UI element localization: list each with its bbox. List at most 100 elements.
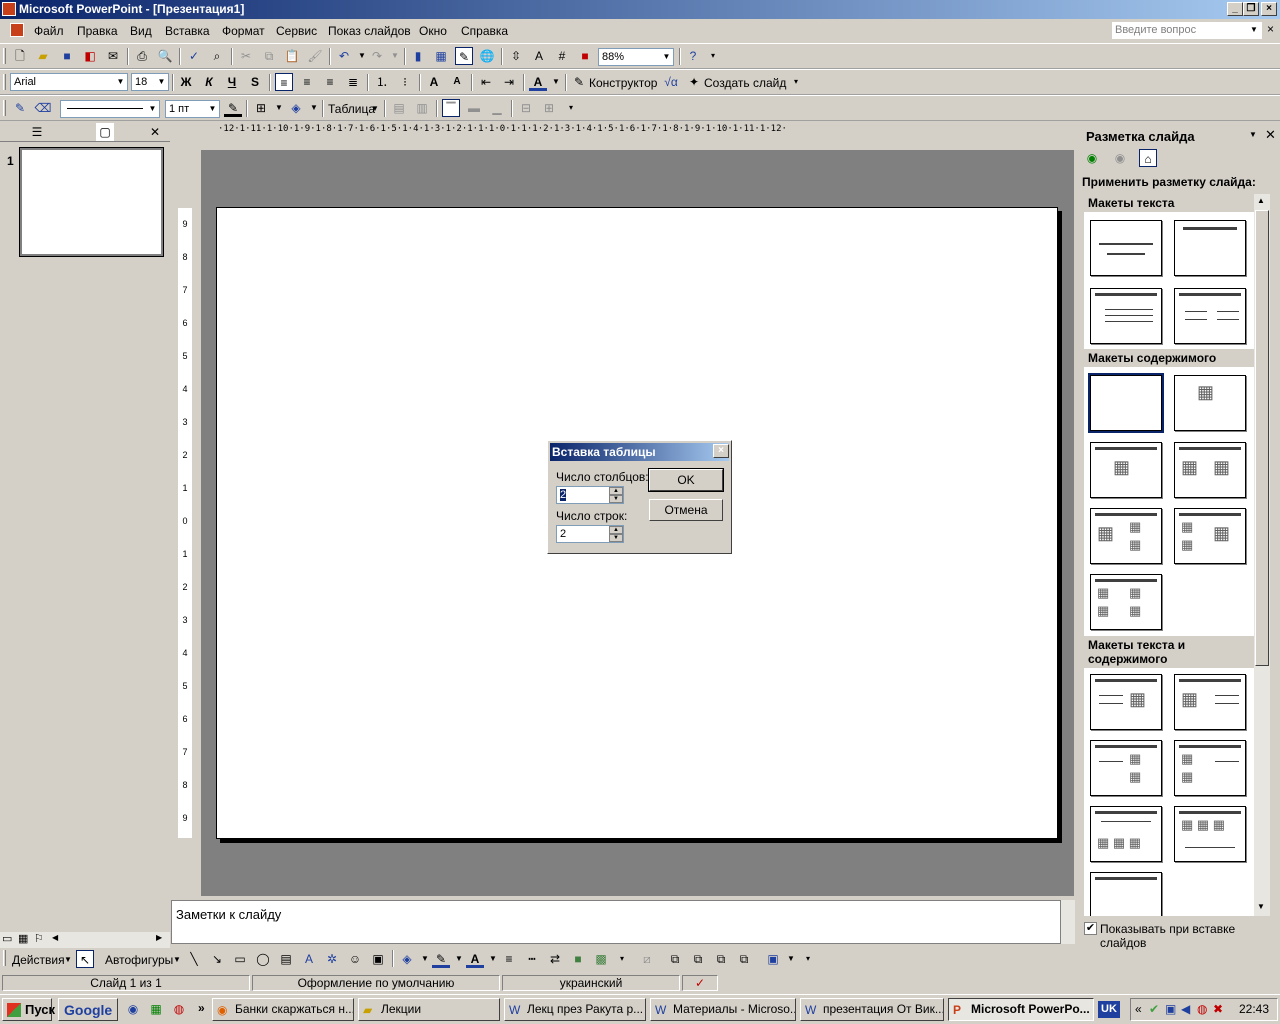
- border-color-icon[interactable]: ✎: [224, 99, 242, 117]
- layout-title-four-content[interactable]: ▦ ▦ ▦ ▦: [1090, 574, 1162, 630]
- show-grid-icon[interactable]: #: [553, 47, 571, 65]
- border-width-combo[interactable]: 1 пт ▼: [165, 100, 220, 118]
- tray-icon-5[interactable]: ✖: [1213, 1002, 1223, 1016]
- google-toolbar-button[interactable]: Google: [58, 998, 118, 1021]
- actions-menu[interactable]: Действия: [12, 953, 65, 967]
- layout-title-two-content[interactable]: ▦ ▦: [1174, 442, 1246, 498]
- picture-toolbar-icon[interactable]: ⧄: [638, 950, 656, 968]
- merge-cells-icon[interactable]: ▤: [390, 99, 408, 117]
- slides-tab-icon[interactable]: ▢: [96, 123, 114, 141]
- excel-quicklaunch-icon[interactable]: ▦: [147, 1000, 165, 1018]
- ok-button[interactable]: OK: [648, 468, 724, 492]
- layout-title-content-two-content[interactable]: ▦ ▦ ▦: [1090, 508, 1162, 564]
- font-combo[interactable]: Arial ▼: [10, 73, 128, 91]
- tray-icon-2[interactable]: ▣: [1165, 1002, 1176, 1016]
- shadow-icon[interactable]: S: [246, 73, 264, 91]
- clipart-icon[interactable]: ☺: [346, 950, 364, 968]
- document-icon[interactable]: [10, 23, 24, 37]
- menu-view[interactable]: Вид: [130, 24, 152, 38]
- chevron-down-icon[interactable]: ▼: [146, 101, 159, 117]
- start-button[interactable]: Пуск: [2, 998, 55, 1021]
- slide-thumbnail[interactable]: [19, 147, 164, 257]
- distribute-columns-icon[interactable]: ⊞: [540, 99, 558, 117]
- bullets-icon[interactable]: ⁝: [396, 73, 414, 91]
- normal-view-icon[interactable]: ▭: [2, 932, 12, 945]
- chevron-down-icon[interactable]: ▼: [64, 955, 72, 964]
- scroll-right-icon[interactable]: ▶: [156, 933, 162, 942]
- slide-design-icon[interactable]: √α: [662, 73, 680, 91]
- layout-text-content-6[interactable]: ▦ ▦ ▦: [1174, 806, 1246, 862]
- slide-sorter-icon[interactable]: ▦: [18, 932, 28, 945]
- toolbar-options-icon[interactable]: ▾: [799, 950, 817, 968]
- menu-slideshow[interactable]: Показ слайдов: [328, 24, 411, 38]
- open-icon[interactable]: ▰: [34, 47, 52, 65]
- chevron-down-icon[interactable]: ▼: [305, 99, 323, 117]
- research-icon[interactable]: ⌕: [208, 47, 226, 65]
- menu-tools[interactable]: Сервис: [276, 24, 317, 38]
- toolbar-options-icon[interactable]: ▾: [562, 99, 580, 117]
- show-on-insert-checkbox[interactable]: ✔: [1084, 922, 1097, 935]
- spin-up-icon[interactable]: ▲: [609, 487, 623, 495]
- close-icon[interactable]: ✕: [1265, 127, 1276, 143]
- cut-icon[interactable]: ✂: [237, 47, 255, 65]
- arrow-icon[interactable]: ↘: [208, 950, 226, 968]
- spin-down-icon[interactable]: ▼: [609, 495, 623, 503]
- spelling-icon[interactable]: ✓: [185, 47, 203, 65]
- minimize-button[interactable]: _: [1227, 2, 1243, 16]
- fill-color-icon[interactable]: ◈: [287, 99, 305, 117]
- help-search-input[interactable]: Введите вопрос: [1112, 22, 1262, 39]
- format-painter-icon[interactable]: 🖌: [306, 47, 324, 65]
- close-icon[interactable]: ✕: [146, 123, 164, 141]
- chevron-down-icon[interactable]: ▼: [114, 74, 127, 90]
- slide-color-icon[interactable]: ▣: [764, 950, 782, 968]
- close-document-icon[interactable]: ×: [1267, 22, 1274, 36]
- layout-title-slide[interactable]: [1090, 220, 1162, 276]
- taskbar-item-4[interactable]: Wпрезентация От Вик...: [800, 998, 944, 1021]
- align-center-icon[interactable]: ≡: [298, 73, 316, 91]
- layout-blank[interactable]: [1088, 373, 1164, 433]
- font-color-icon[interactable]: A: [529, 73, 547, 91]
- taskbar-item-3[interactable]: W Материалы - Microso...: [650, 998, 796, 1021]
- paste-icon[interactable]: 📋: [283, 47, 301, 65]
- new-icon[interactable]: 🗋: [11, 47, 29, 65]
- help-dropdown-icon[interactable]: ▼: [1250, 25, 1258, 34]
- table-menu-button[interactable]: Таблица: [328, 102, 375, 116]
- designer-button[interactable]: Конструктор: [589, 76, 657, 90]
- show-formatting-icon[interactable]: A: [530, 47, 548, 65]
- designer-icon[interactable]: ✎: [570, 73, 588, 91]
- maximize-button[interactable]: ❐: [1243, 2, 1259, 16]
- spin-down-icon[interactable]: ▼: [609, 534, 623, 542]
- draw-table-icon[interactable]: ✎: [11, 99, 29, 117]
- layout-title-two-columns[interactable]: [1174, 288, 1246, 344]
- font-size-combo[interactable]: 18 ▼: [131, 73, 169, 91]
- align-top-icon[interactable]: ▔: [442, 99, 460, 117]
- spelling-status-icon[interactable]: ✓: [682, 975, 718, 991]
- textbox-icon[interactable]: ▤: [277, 950, 295, 968]
- border-style-combo[interactable]: ▼: [60, 100, 160, 118]
- home-icon[interactable]: ⌂: [1139, 149, 1157, 167]
- notes-scrollbar[interactable]: [1061, 900, 1075, 944]
- eraser-icon[interactable]: ⌫: [34, 99, 52, 117]
- group-icon[interactable]: ⧉: [712, 950, 730, 968]
- taskpane-scrollbar[interactable]: ▲ ▼: [1254, 194, 1270, 916]
- layout-content[interactable]: ▦: [1174, 375, 1246, 431]
- hyperlink-icon[interactable]: 🌐: [478, 47, 496, 65]
- expand-all-icon[interactable]: ⇳: [507, 47, 525, 65]
- chevron-down-icon[interactable]: ▼: [660, 49, 673, 65]
- layout-text-content-7[interactable]: [1090, 872, 1162, 916]
- font-color-icon[interactable]: A: [466, 950, 484, 968]
- save-icon[interactable]: ■: [58, 47, 76, 65]
- increase-font-icon[interactable]: A: [425, 73, 443, 91]
- tray-icon-4[interactable]: ◍: [1197, 1002, 1207, 1016]
- layout-title-text[interactable]: [1090, 288, 1162, 344]
- taskbar-item-2[interactable]: W Лекц през Ракута р...: [504, 998, 646, 1021]
- menu-edit[interactable]: Правка: [77, 24, 118, 38]
- color-grayscale-icon[interactable]: ■: [576, 47, 594, 65]
- toolbar-options-icon[interactable]: ▾: [704, 47, 722, 65]
- print-preview-icon[interactable]: 🔍: [156, 47, 174, 65]
- increase-indent-icon[interactable]: ⇥: [500, 73, 518, 91]
- scroll-left-icon[interactable]: ◀: [52, 933, 58, 942]
- wordart-icon[interactable]: A: [300, 950, 318, 968]
- show-hidden-icons-icon[interactable]: «: [1135, 1002, 1142, 1016]
- diagram-icon[interactable]: ✲: [323, 950, 341, 968]
